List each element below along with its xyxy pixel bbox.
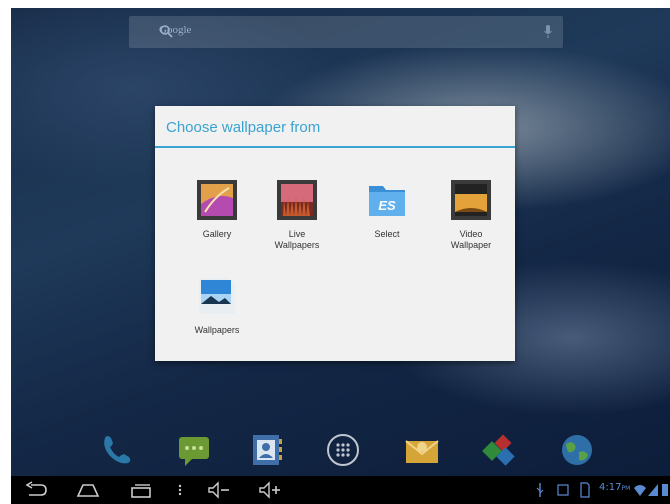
dock <box>11 420 670 472</box>
option-label: Live Wallpapers <box>274 229 320 250</box>
svg-text:ES: ES <box>378 198 396 213</box>
navigation-bar: 4:17PM <box>11 476 670 504</box>
option-wallpapers[interactable]: Wallpapers <box>177 274 257 336</box>
email-icon[interactable] <box>401 430 441 470</box>
usb-icon <box>536 483 544 497</box>
volume-up-icon[interactable] <box>258 481 282 499</box>
browser-icon[interactable] <box>557 430 597 470</box>
clock: 4:17PM <box>599 482 631 493</box>
sd-card-icon <box>580 482 590 498</box>
microphone-icon[interactable] <box>543 24 553 40</box>
wallpapers-icon <box>199 278 235 314</box>
app-icon[interactable] <box>479 430 519 470</box>
dialog-title: Choose wallpaper from <box>166 119 321 136</box>
es-file-explorer-icon: ES <box>369 186 405 216</box>
google-search-bar[interactable]: Google <box>129 16 563 48</box>
recent-apps-icon[interactable] <box>128 481 154 499</box>
option-video-wallpaper[interactable]: Video Wallpaper <box>431 178 511 251</box>
battery-icon <box>662 484 668 496</box>
gallery-icon <box>197 180 237 220</box>
option-select[interactable]: ES Select <box>347 178 427 240</box>
option-label: Video Wallpaper <box>450 229 492 250</box>
choose-wallpaper-dialog: Choose wallpaper from Gallery Live Wallp… <box>155 106 515 361</box>
option-live-wallpapers[interactable]: Live Wallpapers <box>257 178 337 251</box>
screenshot-icon <box>557 484 569 496</box>
option-label: Select <box>374 229 400 239</box>
menu-icon[interactable] <box>177 481 183 499</box>
video-wallpaper-icon <box>451 180 491 220</box>
live-wallpapers-icon <box>277 180 317 220</box>
contacts-icon[interactable] <box>245 430 285 470</box>
volume-down-icon[interactable] <box>207 481 231 499</box>
home-icon[interactable] <box>75 481 101 499</box>
option-gallery[interactable]: Gallery <box>177 178 257 240</box>
phone-icon[interactable] <box>97 430 137 470</box>
app-drawer-icon[interactable] <box>323 430 363 470</box>
wifi-icon <box>634 485 646 496</box>
option-label: Wallpapers <box>194 325 240 335</box>
title-divider <box>155 146 515 148</box>
back-icon[interactable] <box>23 481 49 499</box>
option-label: Gallery <box>202 229 232 239</box>
google-logo-text: Google <box>159 24 192 36</box>
messaging-icon[interactable] <box>173 430 213 470</box>
signal-icon <box>648 484 658 496</box>
